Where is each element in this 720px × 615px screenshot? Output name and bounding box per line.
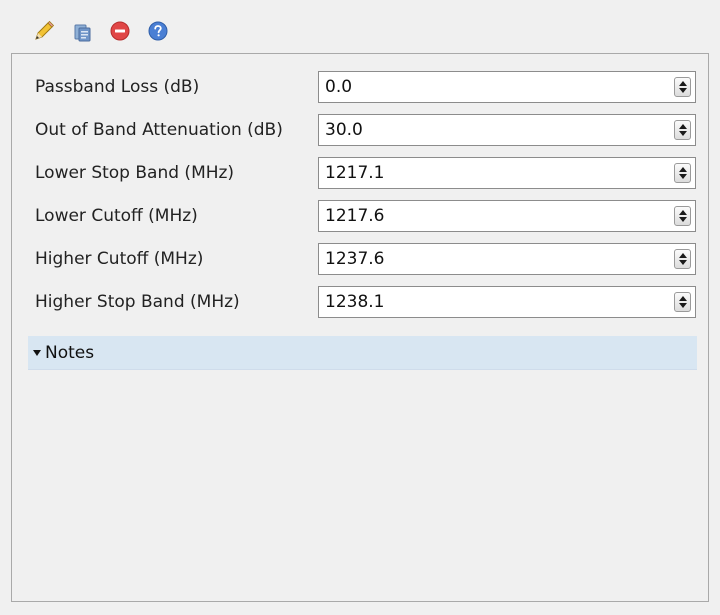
higher-cutoff-spinbox [318,243,696,275]
spin-arrows[interactable] [674,292,691,312]
spin-arrows[interactable] [674,163,691,183]
spin-down-icon [678,260,687,266]
field-label: Lower Cutoff (MHz) [35,206,198,226]
edit-button[interactable] [30,17,58,45]
field-label: Lower Stop Band (MHz) [35,163,235,183]
notes-section-header[interactable]: Notes [28,336,697,370]
help-icon [148,21,168,41]
out-of-band-attenuation-input[interactable] [319,115,659,145]
field-row-higher-stop-band: Higher Stop Band (MHz) [12,286,708,318]
spin-up-icon [678,123,687,129]
field-label: Passband Loss (dB) [35,77,200,97]
higher-stop-band-spinbox [318,286,696,318]
spin-arrows[interactable] [674,249,691,269]
spin-down-icon [678,217,687,223]
spin-arrows[interactable] [674,120,691,140]
field-label: Higher Stop Band (MHz) [35,292,240,312]
spin-arrows[interactable] [674,206,691,226]
lower-cutoff-spinbox [318,200,696,232]
help-button[interactable] [144,17,172,45]
remove-icon [110,21,130,41]
passband-loss-input[interactable] [319,72,659,102]
lower-stop-band-input[interactable] [319,158,659,188]
pencil-icon [35,20,55,40]
remove-button[interactable] [106,17,134,45]
passband-loss-spinbox [318,71,696,103]
spin-down-icon [678,174,687,180]
higher-stop-band-input[interactable] [319,287,659,317]
field-row-lower-cutoff: Lower Cutoff (MHz) [12,200,708,232]
spin-up-icon [678,166,687,172]
spin-up-icon [678,209,687,215]
field-row-out-of-band-attenuation: Out of Band Attenuation (dB) [12,114,708,146]
out-of-band-attenuation-spinbox [318,114,696,146]
spin-up-icon [678,80,687,86]
clipboard-icon [74,24,91,42]
field-label: Higher Cutoff (MHz) [35,249,204,269]
spin-down-icon [678,131,687,137]
filter-properties-window: Passband Loss (dB) Out of Band Attenuati… [0,0,720,615]
field-row-passband-loss: Passband Loss (dB) [12,71,708,103]
field-label: Out of Band Attenuation (dB) [35,120,283,140]
spin-down-icon [678,303,687,309]
toolbar [30,16,172,46]
spin-up-icon [678,252,687,258]
spin-down-icon [678,88,687,94]
disclosure-triangle-icon [33,350,41,356]
properties-panel: Passband Loss (dB) Out of Band Attenuati… [11,53,709,602]
lower-cutoff-input[interactable] [319,201,659,231]
spin-arrows[interactable] [674,77,691,97]
lower-stop-band-spinbox [318,157,696,189]
higher-cutoff-input[interactable] [319,244,659,274]
paste-button[interactable] [68,17,96,45]
field-row-lower-stop-band: Lower Stop Band (MHz) [12,157,708,189]
field-row-higher-cutoff: Higher Cutoff (MHz) [12,243,708,275]
spin-up-icon [678,295,687,301]
notes-label: Notes [45,342,95,363]
